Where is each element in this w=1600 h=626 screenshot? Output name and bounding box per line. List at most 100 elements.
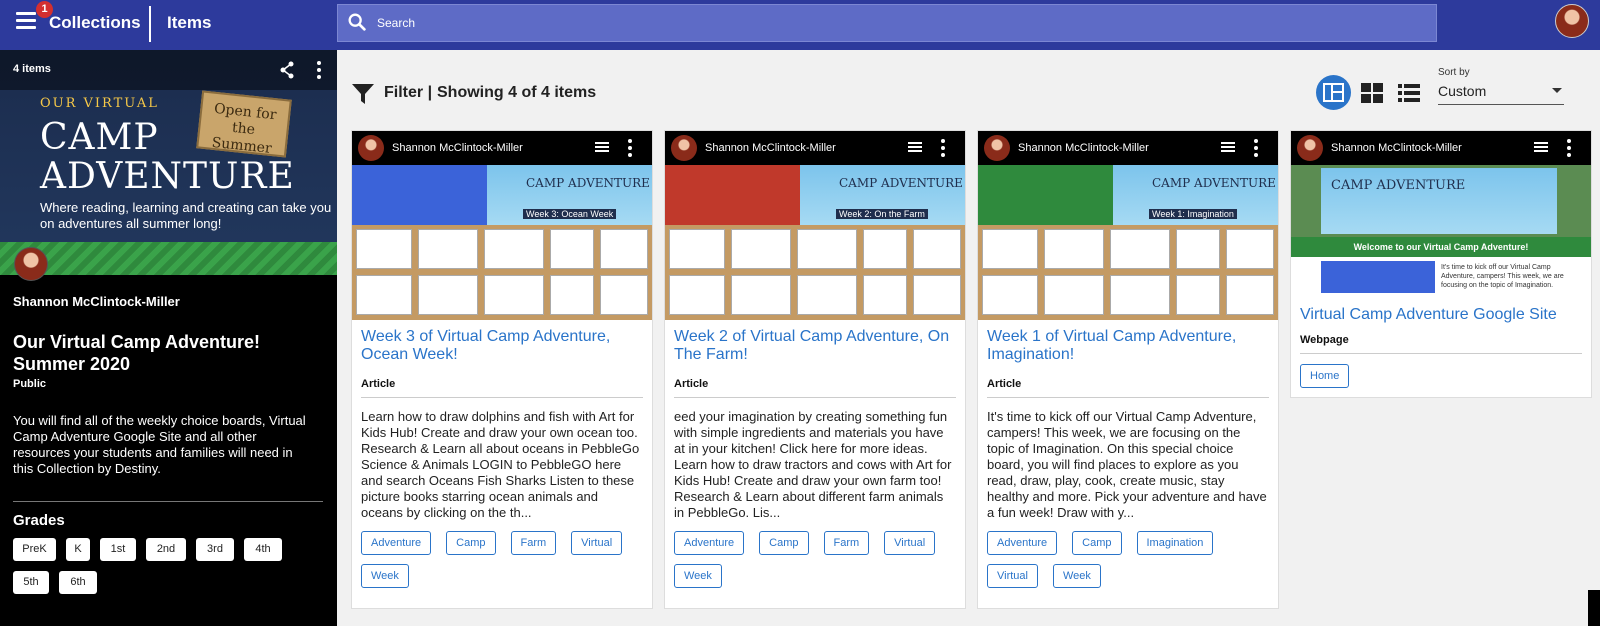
- feedback-tab[interactable]: [1588, 590, 1600, 626]
- tag-chip[interactable]: Camp: [759, 531, 809, 555]
- thumb-week: Week 1: Imagination: [1149, 209, 1237, 219]
- card-header: Shannon McClintock-Miller: [1291, 131, 1591, 165]
- tag-chip[interactable]: Virtual: [571, 531, 623, 555]
- owner-name[interactable]: Shannon McClintock-Miller: [13, 294, 180, 309]
- more-options-icon[interactable]: [1566, 139, 1572, 157]
- tag-chip[interactable]: Farm: [823, 531, 870, 555]
- grade-chip[interactable]: 3rd: [196, 538, 234, 561]
- card-title-link[interactable]: Week 3 of Virtual Camp Adventure, Ocean …: [361, 328, 643, 364]
- thumb-week: Week 2: On the Farm: [836, 209, 928, 219]
- card-type: Article: [361, 378, 396, 390]
- add-to-list-icon[interactable]: [908, 142, 922, 154]
- card-thumbnail[interactable]: CAMP ADVENTURE Week 1: Imagination: [978, 165, 1278, 320]
- filter-button[interactable]: Filter |: [384, 84, 432, 102]
- filter-icon[interactable]: [352, 84, 374, 104]
- card-header: Shannon McClintock-Miller: [978, 131, 1278, 165]
- thumb-week: Week 3: Ocean Week: [523, 209, 617, 219]
- thumb-welcome: Welcome to our Virtual Camp Adventure!: [1291, 237, 1591, 257]
- top-bar: 1 Collections Items Search: [0, 0, 1600, 50]
- card-title-link[interactable]: Week 1 of Virtual Camp Adventure, Imagin…: [987, 328, 1269, 364]
- thumb-title: CAMP ADVENTURE: [1152, 176, 1276, 190]
- card-title-link[interactable]: Virtual Camp Adventure Google Site: [1300, 306, 1582, 324]
- collection-sidebar: OUR VIRTUAL CAMP ADVENTURE Open for the …: [0, 50, 337, 626]
- tag-chip[interactable]: Imagination: [1136, 531, 1214, 555]
- share-icon[interactable]: [279, 61, 295, 79]
- banner-adventure: ADVENTURE: [40, 156, 295, 197]
- user-avatar[interactable]: [1555, 4, 1589, 38]
- menu-icon[interactable]: [16, 12, 36, 30]
- more-options-icon[interactable]: [316, 61, 322, 79]
- thumb-board: [352, 225, 652, 320]
- thumb-title: CAMP ADVENTURE: [1331, 178, 1466, 193]
- search-icon: [348, 13, 366, 31]
- grade-chip[interactable]: 1st: [100, 538, 136, 561]
- card-type: Article: [987, 378, 1022, 390]
- owner-avatar[interactable]: [14, 247, 48, 281]
- grade-chip[interactable]: 2nd: [146, 538, 186, 561]
- grid-view-icon[interactable]: [1361, 83, 1383, 103]
- add-to-list-icon[interactable]: [595, 142, 609, 154]
- thumb-mini-banner: [1321, 261, 1435, 293]
- tag-chip[interactable]: Camp: [1072, 531, 1122, 555]
- tag-chip[interactable]: Virtual: [884, 531, 936, 555]
- tag-chip[interactable]: Adventure: [674, 531, 745, 555]
- search-input[interactable]: Search: [337, 4, 1437, 42]
- showing-count: Showing 4 of 4 items: [437, 84, 597, 101]
- grade-chip[interactable]: 5th: [13, 571, 49, 594]
- banner-tagline: Where reading, learning and creating can…: [40, 200, 332, 231]
- tag-chip[interactable]: Week: [361, 564, 409, 588]
- card-title-link[interactable]: Week 2 of Virtual Camp Adventure, On The…: [674, 328, 956, 364]
- view-masonry-button[interactable]: [1316, 75, 1351, 110]
- tag-chip[interactable]: Farm: [510, 531, 557, 555]
- thumb-title: CAMP ADVENTURE: [526, 176, 650, 190]
- sort-select[interactable]: Custom: [1438, 83, 1564, 105]
- card-author: Shannon McClintock-Miller: [705, 142, 836, 154]
- sort-label: Sort by: [1438, 67, 1470, 78]
- nav-items[interactable]: Items: [167, 13, 211, 33]
- grade-chip[interactable]: 4th: [244, 538, 282, 561]
- divider: [674, 397, 956, 398]
- tag-chip[interactable]: Adventure: [361, 531, 432, 555]
- item-card[interactable]: Shannon McClintock-Miller CAMP ADVENTURE…: [977, 130, 1279, 609]
- tag-chip[interactable]: Camp: [446, 531, 496, 555]
- card-thumbnail[interactable]: CAMP ADVENTURE Welcome to our Virtual Ca…: [1291, 165, 1591, 298]
- tag-list: Adventure Camp Farm Virtual Week: [674, 531, 956, 597]
- more-options-icon[interactable]: [940, 139, 946, 157]
- items-toolbar: Filter | Showing 4 of 4 items Sort by Cu…: [337, 50, 1600, 130]
- tag-list: Adventure Camp Farm Virtual Week: [361, 531, 643, 597]
- grade-chip[interactable]: PreK: [13, 538, 56, 561]
- tag-chip[interactable]: Adventure: [987, 531, 1058, 555]
- chevron-down-icon: [1552, 88, 1562, 93]
- item-card[interactable]: Shannon McClintock-Miller CAMP ADVENTURE…: [664, 130, 966, 609]
- thumb-banner: [665, 165, 800, 225]
- thumb-board: [665, 225, 965, 320]
- grade-chip[interactable]: K: [66, 538, 90, 561]
- collection-visibility: Public: [13, 378, 47, 390]
- tag-chip[interactable]: Week: [1052, 564, 1101, 588]
- more-options-icon[interactable]: [1253, 139, 1259, 157]
- item-card[interactable]: Shannon McClintock-Miller CAMP ADVENTURE…: [1290, 130, 1592, 398]
- add-to-list-icon[interactable]: [1534, 142, 1548, 154]
- list-view-icon[interactable]: [1398, 83, 1420, 103]
- author-avatar: [1297, 135, 1323, 161]
- thumb-text: It's time to kick off our Virtual Camp A…: [1441, 264, 1564, 289]
- thumb-title: CAMP ADVENTURE: [839, 176, 963, 190]
- more-options-icon[interactable]: [627, 139, 633, 157]
- add-to-list-icon[interactable]: [1221, 142, 1235, 154]
- item-card[interactable]: Shannon McClintock-Miller CAMP ADVENTURE…: [351, 130, 653, 609]
- card-description: It's time to kick off our Virtual Camp A…: [987, 409, 1267, 520]
- thumb-board: [978, 225, 1278, 320]
- nav-collections[interactable]: Collections: [49, 13, 141, 33]
- thumb-banner: [978, 165, 1113, 225]
- banner-our-virtual: OUR VIRTUAL: [40, 96, 159, 111]
- home-button[interactable]: Home: [1300, 364, 1350, 388]
- tag-chip[interactable]: Virtual: [987, 564, 1038, 588]
- grade-chip[interactable]: 6th: [59, 571, 97, 594]
- card-thumbnail[interactable]: CAMP ADVENTURE Week 3: Ocean Week: [352, 165, 652, 320]
- card-thumbnail[interactable]: CAMP ADVENTURE Week 2: On the Farm: [665, 165, 965, 320]
- author-avatar: [358, 135, 384, 161]
- collection-title: Our Virtual Camp Adventure! Summer 2020: [13, 332, 261, 374]
- card-type: Webpage: [1300, 334, 1349, 346]
- tag-chip[interactable]: Week: [674, 564, 722, 588]
- banner-camp: CAMP: [40, 117, 159, 158]
